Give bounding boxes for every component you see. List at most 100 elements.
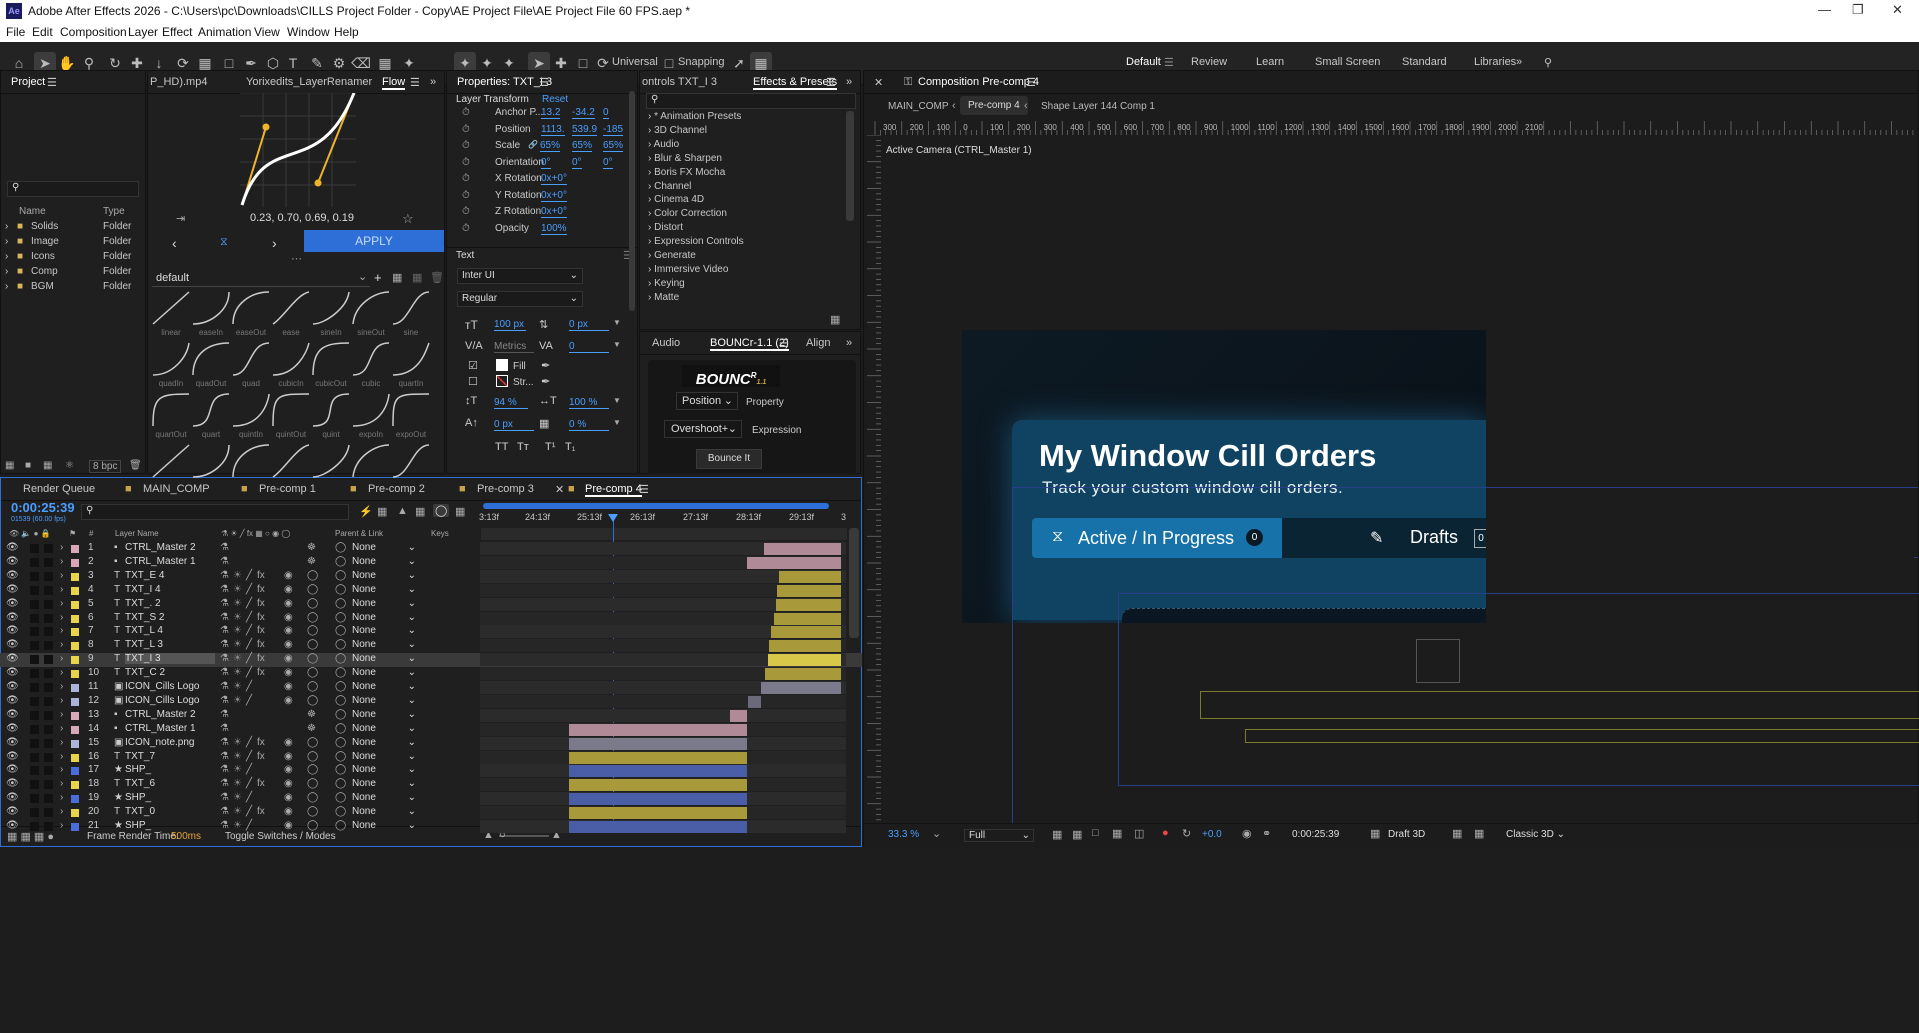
workspace-libraries[interactable]: Libraries [1474, 56, 1516, 68]
ease-preset[interactable]: quartOut [151, 392, 191, 442]
parent-select[interactable]: None ⌄ [352, 764, 416, 775]
pickwhip-icon[interactable]: ◯ [335, 806, 346, 817]
menu-view[interactable]: View [254, 25, 280, 39]
parent-select[interactable]: None ⌄ [352, 792, 416, 803]
lock-box[interactable] [44, 599, 53, 609]
extended-viewer-icon[interactable]: ▦ [1452, 827, 1462, 840]
stopwatch-icon[interactable]: ⏱ [462, 173, 470, 184]
lightning-icon[interactable]: ⚡ [359, 505, 373, 518]
table-row[interactable]: 👁 › 11 ▣ ICON_Cills Logo ⚗ ☀ ╱ ◉ ◯ ◯ None ⌄ [0, 681, 862, 695]
eye-icon[interactable]: 👁 [6, 681, 19, 692]
chevron-right-icon[interactable]: › [60, 612, 63, 623]
lock-box[interactable] [44, 557, 53, 567]
effect-category[interactable]: › Cinema 4D [648, 194, 704, 205]
label-swatch[interactable] [71, 545, 79, 553]
fx-switch-icon[interactable]: fx [257, 778, 265, 789]
table-row[interactable]: 👁 › 8 T TXT_L 3 ⚗ ☀ ╱ fx ◉ ◯ ◯ None ⌄ [0, 639, 862, 653]
chevron-right-icon[interactable]: › [60, 584, 63, 595]
next-icon[interactable]: › [272, 235, 277, 251]
layer-name[interactable]: ICON_Cills Logo [125, 695, 215, 706]
motion-blur-switch-icon[interactable]: ◯ [307, 639, 318, 650]
motion-blur-switch-icon[interactable]: ◯ [307, 792, 318, 803]
label-swatch[interactable] [71, 795, 79, 804]
chevron-down-icon[interactable]: ▼ [613, 396, 621, 405]
layer-bar[interactable] [764, 543, 841, 555]
pickwhip-icon[interactable]: ◯ [335, 570, 346, 581]
effect-category[interactable]: › Audio [648, 139, 679, 150]
transform-value-1[interactable]: 0x+0° [541, 190, 567, 202]
ease-preset[interactable]: expoOut [391, 392, 431, 442]
layer-bar[interactable] [765, 668, 841, 681]
quality-switch-icon[interactable]: ╱ [246, 639, 252, 650]
eye-icon[interactable]: 👁 [6, 598, 19, 609]
tab-audio[interactable]: Audio [652, 337, 680, 349]
add-preset-icon[interactable]: + [374, 270, 382, 285]
properties-menu-icon[interactable]: ☰ [539, 76, 549, 89]
zoom-dropdown-icon[interactable]: ⌄ [932, 827, 941, 840]
chevron-right-icon[interactable]: › [60, 695, 63, 706]
ease-preset[interactable] [351, 443, 391, 493]
layer-name[interactable]: TXT_L 4 [125, 625, 215, 636]
fill-eyedropper-icon[interactable]: ✒ [541, 359, 550, 372]
3d-layer-switch-icon[interactable]: ◉ [284, 584, 293, 595]
solo-box[interactable] [30, 808, 39, 818]
parent-select[interactable]: None ⌄ [352, 542, 416, 553]
pickwhip-icon[interactable]: ◯ [335, 778, 346, 789]
chevron-right-icon[interactable]: › [60, 639, 63, 650]
motion-blur-switch-icon[interactable]: ◯ [307, 806, 318, 817]
transform-value-1[interactable]: 65% [540, 140, 561, 152]
snapshot-icon[interactable]: ◉ [1242, 827, 1252, 840]
stopwatch-icon[interactable]: ⏱ [462, 124, 470, 135]
more-panels-icon[interactable]: » [846, 337, 852, 349]
minimize-icon[interactable]: — [1818, 2, 1831, 17]
transform-value-1[interactable]: 13.2 [541, 107, 561, 119]
ease-preset[interactable]: expoIn [351, 392, 391, 442]
shy-switch-icon[interactable]: ⚗ [220, 653, 229, 664]
3d-layer-switch-icon[interactable]: ◉ [284, 820, 293, 831]
parent-select[interactable]: None ⌄ [352, 695, 416, 706]
project-item[interactable]: › ■ BGM Folder [5, 281, 145, 295]
delete-preset-icon[interactable]: 🗑 [430, 271, 444, 284]
effect-category[interactable]: › Expression Controls [648, 236, 744, 247]
layer-name[interactable]: TXT_0 [125, 806, 215, 817]
eye-icon[interactable]: 👁 [6, 639, 19, 650]
effect-category[interactable]: › Matte [648, 292, 679, 303]
pickwhip-icon[interactable]: ◯ [335, 653, 346, 664]
3d-layer-switch-icon[interactable]: ◉ [284, 751, 293, 762]
fill-swatch[interactable] [496, 359, 508, 371]
project-item[interactable]: › ■ Icons Folder [5, 251, 145, 265]
chevron-right-icon[interactable]: › [60, 556, 63, 567]
transform-value-1[interactable]: 100% [541, 223, 567, 235]
quality-switch-icon[interactable]: ╱ [246, 737, 252, 748]
quality-switch-icon[interactable]: ╱ [246, 792, 252, 803]
fx-switch-icon[interactable]: fx [257, 806, 265, 817]
eye-icon[interactable]: 👁 [6, 764, 19, 775]
universal-label[interactable]: Universal [612, 56, 658, 68]
label-swatch[interactable] [71, 739, 79, 748]
lock-box[interactable] [44, 683, 53, 692]
transform-value-2[interactable]: 539.9 [572, 124, 598, 136]
pickwhip-icon[interactable]: ◯ [335, 667, 346, 678]
lock-box[interactable] [44, 571, 53, 581]
label-swatch[interactable] [71, 628, 79, 637]
comp-viewer-frame[interactable]: My Window Cill Orders Track your custom … [962, 330, 1486, 623]
label-swatch[interactable] [71, 572, 79, 581]
parent-select[interactable]: None ⌄ [352, 709, 416, 720]
motion-blur-switch-icon[interactable]: ◯ [307, 737, 318, 748]
quality-switch-icon[interactable]: ╱ [246, 764, 252, 775]
3d-layer-switch-icon[interactable]: ◉ [284, 612, 293, 623]
transform-value-2[interactable]: 0° [572, 157, 582, 169]
shy-switch-icon[interactable]: ⚗ [220, 681, 229, 692]
lock-box[interactable] [44, 766, 53, 776]
shy-switch-icon[interactable]: ⚗ [220, 806, 229, 817]
effect-category[interactable]: › Blur & Sharpen [648, 153, 722, 164]
project-col-type[interactable]: Type [103, 206, 125, 217]
3d-layer-switch-icon[interactable]: ◉ [284, 764, 293, 775]
layer-name[interactable]: CTRL_Master 2 [125, 542, 215, 553]
baseline-value[interactable]: 0 px [494, 419, 534, 431]
layer-bar[interactable] [569, 737, 747, 750]
flow-menu-icon[interactable]: ☰ [410, 76, 420, 89]
tab-effects-presets[interactable]: Effects & Presets [753, 76, 838, 90]
transform-value-1[interactable]: 0x+0° [541, 173, 567, 185]
timeline-zoom-slider[interactable] [499, 835, 549, 837]
